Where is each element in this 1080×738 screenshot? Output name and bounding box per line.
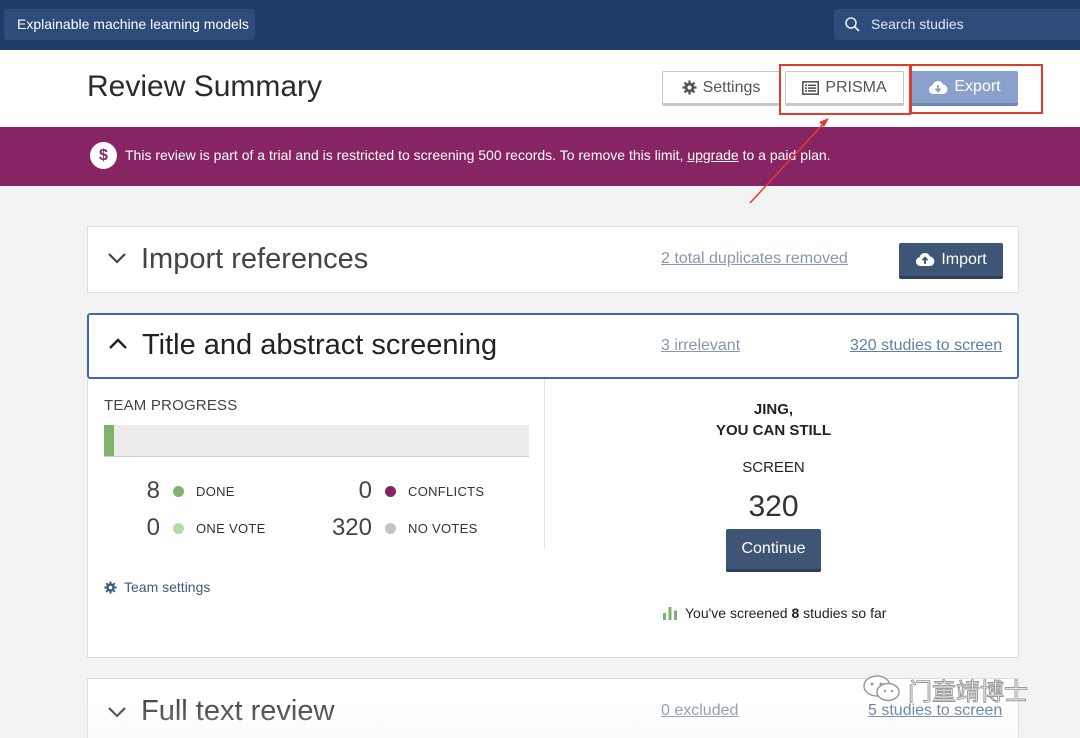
stat-no-votes: 320 NO VOTES <box>328 514 478 542</box>
annotation-arrow-icon <box>749 118 829 204</box>
import-references-section: Import references 2 total duplicates rem… <box>87 226 1019 293</box>
trial-message: This review is part of a trial and is re… <box>125 147 831 163</box>
section-title: Full text review <box>141 695 335 727</box>
team-progress-label: TEAM PROGRESS <box>104 397 238 414</box>
team-progress-fill <box>104 425 115 456</box>
import-button[interactable]: Import <box>899 243 1003 279</box>
chevron-up-icon[interactable] <box>108 337 128 350</box>
wechat-watermark: 门童靖博士 <box>862 672 1046 706</box>
wechat-logo-icon <box>863 675 900 702</box>
status-dot-icon <box>173 485 184 497</box>
screened-before: You've screened <box>685 605 788 621</box>
page-title: Review Summary <box>87 70 323 103</box>
team-settings-label: Team settings <box>124 579 211 595</box>
section-title: Import references <box>141 243 369 275</box>
dollar-icon: $ <box>90 142 117 169</box>
trial-banner: $ This review is part of a trial and is … <box>0 127 1080 186</box>
export-label: Export <box>954 78 1001 95</box>
team-progress-bar <box>104 425 529 457</box>
cloud-upload-icon <box>916 253 935 266</box>
section-header: Title and abstract screening 3 irrelevan… <box>87 313 1019 379</box>
watermark-text: 门童靖博士 <box>908 677 1029 706</box>
search-input[interactable]: Search studies <box>834 9 1080 40</box>
screen-label: SCREEN <box>742 459 805 476</box>
status-dot-icon <box>173 522 184 534</box>
you-can-still-heading: JING, YOU CAN STILL <box>545 399 1002 441</box>
section-title: Title and abstract screening <box>142 329 498 361</box>
prisma-label: PRISMA <box>825 78 887 96</box>
gear-icon <box>104 580 117 594</box>
gear-icon <box>682 80 697 95</box>
upgrade-link[interactable]: upgrade <box>687 147 738 163</box>
chevron-down-icon[interactable] <box>107 706 127 719</box>
you-name-line: JING, <box>753 401 794 418</box>
screened-after: studies so far <box>803 605 887 621</box>
stat-value: 0 <box>358 477 372 504</box>
status-dot-icon <box>385 522 396 534</box>
prisma-button[interactable]: PRISMA <box>785 71 904 106</box>
page-header: Review Summary Settings PRISMA Export <box>0 50 1080 127</box>
studies-to-screen-link[interactable]: 320 studies to screen <box>850 337 1002 355</box>
screened-text: You've screened 8 studies so far <box>685 605 886 621</box>
chevron-down-icon[interactable] <box>107 252 127 265</box>
stat-value: 320 <box>331 514 372 541</box>
section-body: TEAM PROGRESS 8 DONE 0 CONFLICTS 0 ONE V… <box>87 379 1019 658</box>
stat-label: CONFLICTS <box>408 483 485 499</box>
stat-one-vote: 0 ONE VOTE <box>144 514 266 542</box>
project-name-button[interactable]: Explainable machine learning models <box>4 9 255 40</box>
search-placeholder: Search studies <box>871 16 964 32</box>
trial-message-text: This review is part of a trial and is re… <box>125 147 684 163</box>
team-settings-link[interactable]: Team settings <box>104 579 210 595</box>
excluded-link[interactable]: 0 excluded <box>661 702 738 720</box>
stat-label: DONE <box>196 483 235 499</box>
stat-conflicts: 0 CONFLICTS <box>354 477 484 505</box>
you-can-still-line: YOU CAN STILL <box>716 422 831 439</box>
stat-value: 0 <box>146 514 160 541</box>
export-button[interactable]: Export <box>911 71 1018 106</box>
screened-count: 8 <box>791 605 800 621</box>
cloud-download-icon <box>929 80 948 94</box>
search-icon <box>845 17 860 32</box>
remaining-count: 320 <box>748 490 799 523</box>
duplicates-removed-link[interactable]: 2 total duplicates removed <box>661 250 848 268</box>
settings-button[interactable]: Settings <box>662 71 780 106</box>
screened-so-far: You've screened 8 studies so far <box>663 605 886 621</box>
stat-label: ONE VOTE <box>196 520 266 536</box>
settings-label: Settings <box>702 78 761 96</box>
status-dot-icon <box>385 485 396 497</box>
list-icon <box>802 80 820 95</box>
stat-value: 8 <box>146 477 160 504</box>
top-navigation-bar: Explainable machine learning models Sear… <box>0 0 1080 50</box>
irrelevant-link[interactable]: 3 irrelevant <box>661 337 740 355</box>
stat-label: NO VOTES <box>408 520 478 536</box>
bar-chart-icon <box>663 606 677 620</box>
import-label: Import <box>941 250 987 268</box>
continue-button[interactable]: Continue <box>726 529 821 572</box>
stat-done: 8 DONE <box>144 477 235 505</box>
title-abstract-screening-section: Title and abstract screening 3 irrelevan… <box>87 313 1019 658</box>
